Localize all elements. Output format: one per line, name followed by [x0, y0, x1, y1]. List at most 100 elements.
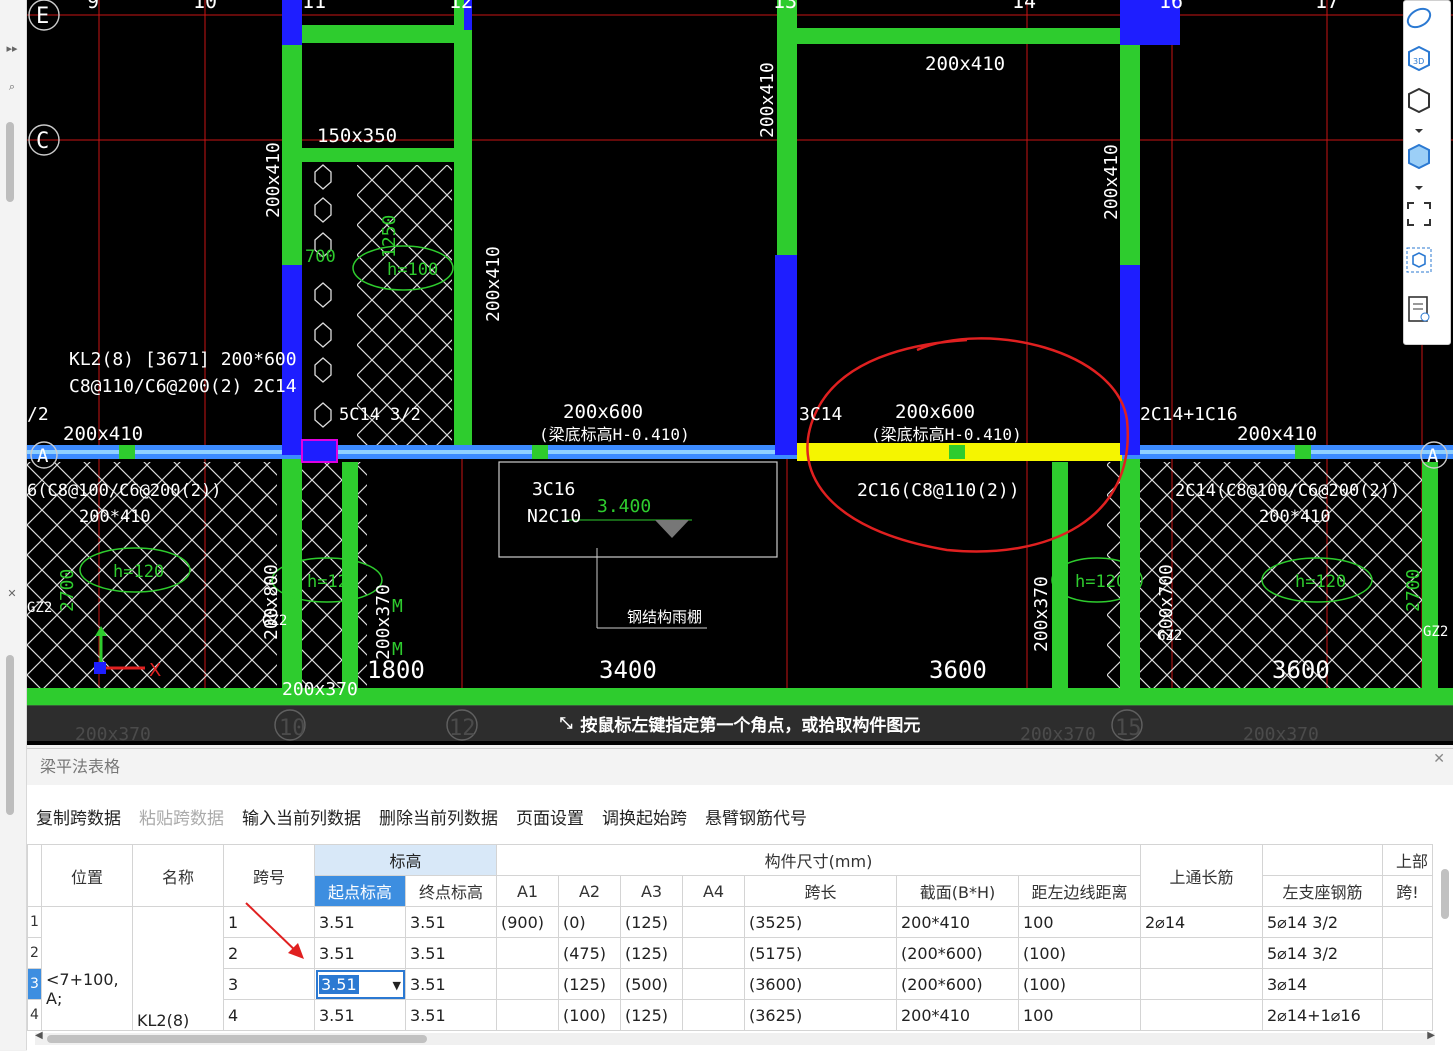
beam-size-label: 200x410 [63, 423, 143, 445]
axis-number-top: 12 [449, 0, 473, 13]
header-dimensions: 构件尺寸(mm) [496, 844, 1141, 876]
expand-arrows-icon[interactable]: ▸▸ [2, 40, 22, 58]
steel-hexes [314, 164, 332, 428]
axis-label-e: E [36, 4, 49, 29]
axis-number-top: 9 [87, 0, 99, 13]
fullscreen-icon[interactable] [1404, 199, 1434, 229]
table-row[interactable]: 1 <7+100, A; KL2(8) 1 3.51 3.51 (900) (0… [27, 906, 1433, 1031]
table-horizontal-scrollbar[interactable]: ◀ ▶ [35, 1030, 1435, 1045]
header-name: 名称 [132, 844, 224, 907]
axis-label-c: C [36, 129, 49, 154]
dim-label: 2700 [1403, 569, 1424, 612]
orbit-icon[interactable] [1404, 3, 1434, 33]
table-row[interactable]: 4 4 3.51 3.51 (100) (125) (3625) 200*410… [27, 999, 1433, 1031]
span-label: 3400 [599, 656, 657, 684]
slab-label: h=120 [1075, 572, 1126, 592]
svg-text:3D: 3D [1413, 57, 1424, 66]
axis-partial-label: /2 [27, 404, 49, 425]
header-section[interactable]: 截面(B*H) [896, 875, 1019, 907]
menu-swap-start-span[interactable]: 调换起始跨 [602, 804, 687, 830]
header-start-elev[interactable]: 起点标高 [314, 875, 406, 907]
beam-size-label: 200x600 [563, 401, 643, 423]
level-label: 3.400 [597, 496, 651, 517]
menu-input-column-data[interactable]: 输入当前列数据 [242, 804, 361, 830]
command-prompt: ⤡ 按鼠标左键指定第一个角点，或拾取构件图元 [27, 705, 1453, 741]
header-span-no: 跨号 [223, 844, 315, 907]
header-upper: 上部 [1382, 844, 1433, 876]
close-icon[interactable]: ✕ [1433, 751, 1445, 767]
axis-number-top: 10 [193, 0, 217, 13]
view-toolbar: 3D [1403, 0, 1451, 345]
table-vertical-scrollbar[interactable] [1439, 869, 1451, 1019]
search-icon[interactable]: ⌕ [2, 78, 22, 96]
stirrup-label: 2C14(C8@100/C6@200(2)) [1175, 481, 1400, 501]
scroll-left-arrow-icon[interactable]: ◀ [35, 1030, 43, 1041]
left-scrollbar-2[interactable] [6, 655, 14, 815]
beam-size-label: 200x410 [925, 53, 1005, 75]
component-view-icon[interactable] [1404, 245, 1434, 275]
solid-view-icon[interactable] [1404, 141, 1434, 171]
start-elev-editor[interactable]: 3.51 ▼ [314, 968, 406, 1000]
header-end-elev[interactable]: 终点标高 [405, 875, 497, 907]
header-span-length[interactable]: 跨长 [744, 875, 897, 907]
menu-page-setup[interactable]: 页面设置 [516, 804, 584, 830]
beam-size-label: 200x410 [757, 62, 778, 138]
menu-copy-span-data[interactable]: 复制跨数据 [36, 804, 121, 830]
dropdown-arrow-icon[interactable]: ▼ [393, 979, 401, 992]
rebar-label: 5C14 3/2 [339, 405, 421, 425]
rebar-label: 2C16(C8@110(2)) [857, 480, 1020, 501]
3d-view-icon[interactable]: 3D [1404, 43, 1434, 73]
box-view-icon[interactable] [1404, 85, 1434, 115]
header-a1[interactable]: A1 [496, 875, 559, 907]
close-icon[interactable]: ✕ [2, 585, 22, 603]
beam-size-label: 200x410 [263, 142, 284, 218]
header-a2[interactable]: A2 [558, 875, 621, 907]
table-row[interactable]: 3 3 3.51 ▼ 3.51 (125) (500) (3600) (200*6… [27, 968, 1433, 1000]
left-scrollbar[interactable] [6, 122, 14, 202]
axis-number-top: 14 [1012, 0, 1036, 13]
prompt-text: 按鼠标左键指定第一个角点，或拾取构件图元 [580, 715, 921, 736]
properties-icon[interactable] [1404, 294, 1434, 324]
beam-kl2-stirrup: C8@110/C6@200(2) 2C14 [69, 376, 297, 397]
beam-size-label: 200*410 [1259, 507, 1331, 527]
dim-label: 2700 [57, 569, 78, 612]
axis-label-a: A [37, 445, 49, 467]
axis-label-a-right: A [1427, 445, 1439, 467]
header-top-through: 上通长筋 [1140, 844, 1263, 907]
header-position: 位置 [41, 844, 133, 907]
beam-size-label: 200x410 [1237, 423, 1317, 445]
axis-number-top: 17 [1315, 0, 1339, 13]
beam-size-label: 200x370 [1031, 576, 1052, 652]
beam-table-panel: 梁平法表格 ✕ 复制跨数据 粘贴跨数据 输入当前列数据 删除当前列数据 页面设置… [27, 748, 1453, 1051]
slab-label: h=100 [387, 260, 438, 280]
header-spacer [1262, 844, 1383, 876]
menu-paste-span-data: 粘贴跨数据 [139, 809, 224, 829]
elevation-label: (梁底标高H-0.410) [871, 425, 1022, 444]
scroll-right-arrow-icon[interactable]: ▶ [1427, 1030, 1435, 1041]
beam-size-label: 200x370 [373, 584, 394, 660]
beam-size-label: 200x410 [483, 246, 504, 322]
table-row[interactable]: 2 2 3.51 3.51 (475) (125) (5175) (200*60… [27, 937, 1433, 969]
pick-cursor-icon: ⤡ [559, 713, 573, 732]
beam-kl2-label: KL2(8) [3671] 200*600 [69, 349, 297, 370]
header-a3[interactable]: A3 [620, 875, 683, 907]
cell-name[interactable]: KL2(8) [132, 906, 224, 1031]
rebar-label: 3C16 [532, 479, 575, 500]
beam-size-label: 200x410 [1101, 144, 1122, 220]
rebar-label: N2C10 [527, 506, 581, 527]
cell-position[interactable]: <7+100, A; [41, 906, 133, 1031]
row-header-corner [27, 844, 42, 907]
menu-cantilever-code[interactable]: 悬臂钢筋代号 [705, 804, 807, 830]
cad-viewport[interactable]: X E C A A /2 10 12 15 KL2(8) [3671] 200*… [27, 0, 1453, 745]
rebar-label: 2C14+1C16 [1140, 404, 1238, 425]
panel-title: 梁平法表格 [27, 749, 1453, 785]
span-label: 3600 [929, 656, 987, 684]
menu-delete-column-data[interactable]: 删除当前列数据 [379, 804, 498, 830]
beam-size-label: 200*410 [79, 507, 151, 527]
header-span-cut[interactable]: 跨! [1382, 875, 1433, 907]
header-a4[interactable]: A4 [682, 875, 745, 907]
dim-label: 1250 [379, 215, 400, 258]
red-arrow-annotation [245, 902, 304, 959]
header-dist-left[interactable]: 距左边线距离 [1018, 875, 1141, 907]
header-left-support[interactable]: 左支座钢筋 [1262, 875, 1383, 907]
